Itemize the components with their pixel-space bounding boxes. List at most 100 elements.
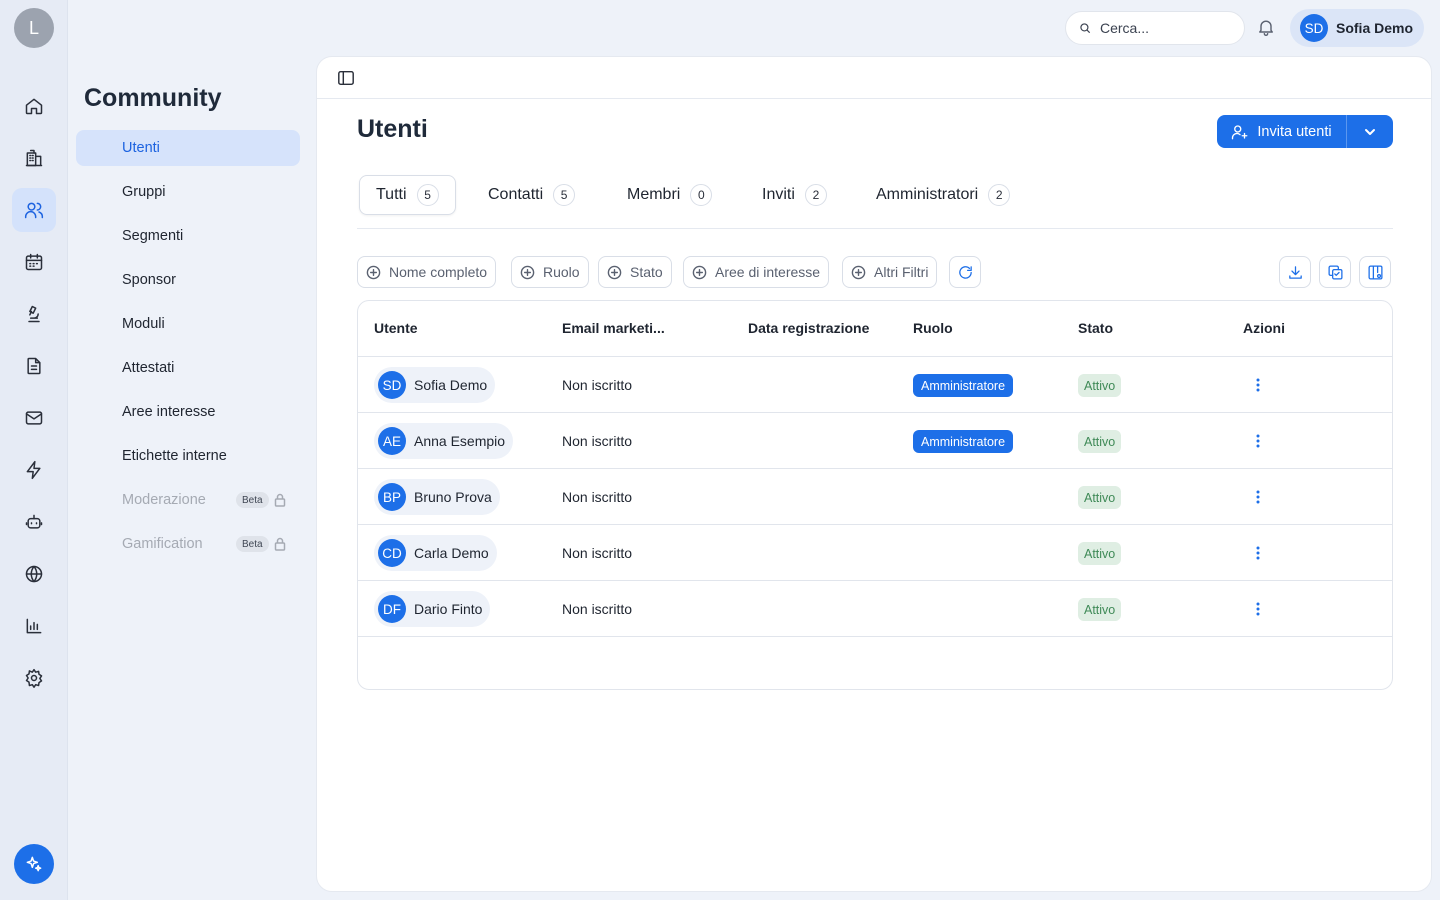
ai-assistant-button[interactable] xyxy=(14,844,54,884)
main-panel: Utenti Invita utenti Tutti 5 Contatti 5 … xyxy=(316,56,1432,892)
tab-count: 2 xyxy=(988,184,1011,206)
refresh-button[interactable] xyxy=(949,256,981,288)
bar-chart-icon[interactable] xyxy=(12,604,56,648)
filter-altri-filtri[interactable]: Altri Filtri xyxy=(842,256,938,288)
status-badge: Attivo xyxy=(1078,430,1122,453)
table-row[interactable]: DF Dario Finto Non iscritto Attivo xyxy=(358,581,1392,637)
email-status: Non iscritto xyxy=(562,545,633,561)
more-vertical-icon[interactable] xyxy=(1248,431,1268,451)
filter-aree-di-interesse[interactable]: Aree di interesse xyxy=(683,256,830,288)
tab-inviti[interactable]: Inviti 2 xyxy=(746,175,843,215)
role-badge: Amministratore xyxy=(913,430,1014,453)
lightning-icon[interactable] xyxy=(12,448,56,492)
plus-circle-icon xyxy=(366,265,381,279)
user-chip[interactable]: BP Bruno Prova xyxy=(374,479,500,515)
mail-icon[interactable] xyxy=(12,396,56,440)
status-badge: Attivo xyxy=(1078,542,1122,565)
subnav-item-moduli[interactable]: Moduli xyxy=(76,306,300,342)
user-chip[interactable]: AE Anna Esempio xyxy=(374,423,514,459)
column-header-email[interactable]: Email marketi... xyxy=(562,320,665,336)
user-name: Bruno Prova xyxy=(414,489,492,505)
tab-amministratori[interactable]: Amministratori 2 xyxy=(860,175,1026,215)
columns-settings-icon xyxy=(1367,264,1383,280)
app-rail: L xyxy=(0,0,68,900)
search-input[interactable] xyxy=(1100,20,1230,36)
plus-circle-icon xyxy=(851,265,866,279)
table-row[interactable]: SD Sofia Demo Non iscritto Amministrator… xyxy=(358,357,1392,413)
bot-icon[interactable] xyxy=(12,500,56,544)
user-name: Anna Esempio xyxy=(414,433,506,449)
page-title: Utenti xyxy=(357,115,428,143)
user-menu[interactable]: SD Sofia Demo xyxy=(1290,9,1424,47)
column-header-utente[interactable]: Utente xyxy=(374,320,418,336)
tab-count: 5 xyxy=(553,184,576,206)
email-status: Non iscritto xyxy=(562,377,633,393)
section-title: Community xyxy=(84,84,222,112)
status-badge: Attivo xyxy=(1078,598,1122,621)
table-row[interactable]: CD Carla Demo Non iscritto Attivo xyxy=(358,525,1392,581)
column-header-azioni: Azioni xyxy=(1243,320,1285,336)
sidebar-toggle-icon[interactable] xyxy=(337,69,357,89)
search-box[interactable] xyxy=(1065,11,1245,45)
user-chip[interactable]: CD Carla Demo xyxy=(374,535,497,571)
avatar: DF xyxy=(378,595,406,623)
tab-tutti[interactable]: Tutti 5 xyxy=(359,175,456,215)
lock-icon xyxy=(274,493,286,507)
workspace-avatar[interactable]: L xyxy=(14,8,54,48)
more-vertical-icon[interactable] xyxy=(1248,543,1268,563)
users-icon[interactable] xyxy=(12,188,56,232)
subnav-item-attestati[interactable]: Attestati xyxy=(76,350,300,386)
panel-header xyxy=(317,57,1431,99)
more-vertical-icon[interactable] xyxy=(1248,487,1268,507)
status-badge: Attivo xyxy=(1078,486,1122,509)
community-subnav: Community Utenti Gruppi Segmenti Sponsor… xyxy=(68,0,316,900)
invite-button-group: Invita utenti xyxy=(1217,115,1393,148)
microscope-icon[interactable] xyxy=(12,292,56,336)
subnav-item-etichette-interne[interactable]: Etichette interne xyxy=(76,438,300,474)
home-icon[interactable] xyxy=(12,84,56,128)
tab-count: 2 xyxy=(804,184,827,206)
subnav-item-utenti[interactable]: Utenti xyxy=(76,130,300,166)
bell-icon[interactable] xyxy=(1256,17,1278,39)
bulk-select-button[interactable] xyxy=(1319,256,1351,288)
filter-nome-completo[interactable]: Nome completo xyxy=(357,256,497,288)
user-chip[interactable]: SD Sofia Demo xyxy=(374,367,496,403)
globe-icon[interactable] xyxy=(12,552,56,596)
document-icon[interactable] xyxy=(12,344,56,388)
calendar-icon[interactable] xyxy=(12,240,56,284)
table-row[interactable]: AE Anna Esempio Non iscritto Amministrat… xyxy=(358,413,1392,469)
lock-icon xyxy=(274,537,286,551)
users-table: Utente Email marketi... Data registrazio… xyxy=(357,300,1393,690)
subnav-item-segmenti[interactable]: Segmenti xyxy=(76,218,300,254)
building-icon[interactable] xyxy=(12,136,56,180)
invite-dropdown-button[interactable] xyxy=(1347,115,1393,148)
beta-badge: Beta xyxy=(236,536,269,552)
table-row[interactable]: BP Bruno Prova Non iscritto Attivo xyxy=(358,469,1392,525)
columns-settings-button[interactable] xyxy=(1359,256,1391,288)
user-chip[interactable]: DF Dario Finto xyxy=(374,591,491,627)
tab-contatti[interactable]: Contatti 5 xyxy=(472,175,591,215)
column-header-ruolo[interactable]: Ruolo xyxy=(913,320,953,336)
filter-stato[interactable]: Stato xyxy=(598,256,672,288)
email-status: Non iscritto xyxy=(562,601,633,617)
table-header: Utente Email marketi... Data registrazio… xyxy=(358,301,1392,357)
filter-ruolo[interactable]: Ruolo xyxy=(511,256,589,288)
avatar: CD xyxy=(378,539,406,567)
subnav-item-gruppi[interactable]: Gruppi xyxy=(76,174,300,210)
more-vertical-icon[interactable] xyxy=(1248,375,1268,395)
avatar: SD xyxy=(1300,14,1328,42)
column-header-data[interactable]: Data registrazione xyxy=(748,320,869,336)
plus-circle-icon xyxy=(520,265,535,279)
role-badge: Amministratore xyxy=(913,374,1014,397)
tab-membri[interactable]: Membri 0 xyxy=(611,175,728,215)
more-vertical-icon[interactable] xyxy=(1248,599,1268,619)
subnav-item-aree-interesse[interactable]: Aree interesse xyxy=(76,394,300,430)
plus-circle-icon xyxy=(607,265,622,279)
gear-icon[interactable] xyxy=(12,656,56,700)
email-status: Non iscritto xyxy=(562,433,633,449)
invite-users-button[interactable]: Invita utenti xyxy=(1217,115,1347,148)
export-button[interactable] xyxy=(1279,256,1311,288)
search-icon xyxy=(1080,23,1091,34)
subnav-item-sponsor[interactable]: Sponsor xyxy=(76,262,300,298)
column-header-stato[interactable]: Stato xyxy=(1078,320,1113,336)
